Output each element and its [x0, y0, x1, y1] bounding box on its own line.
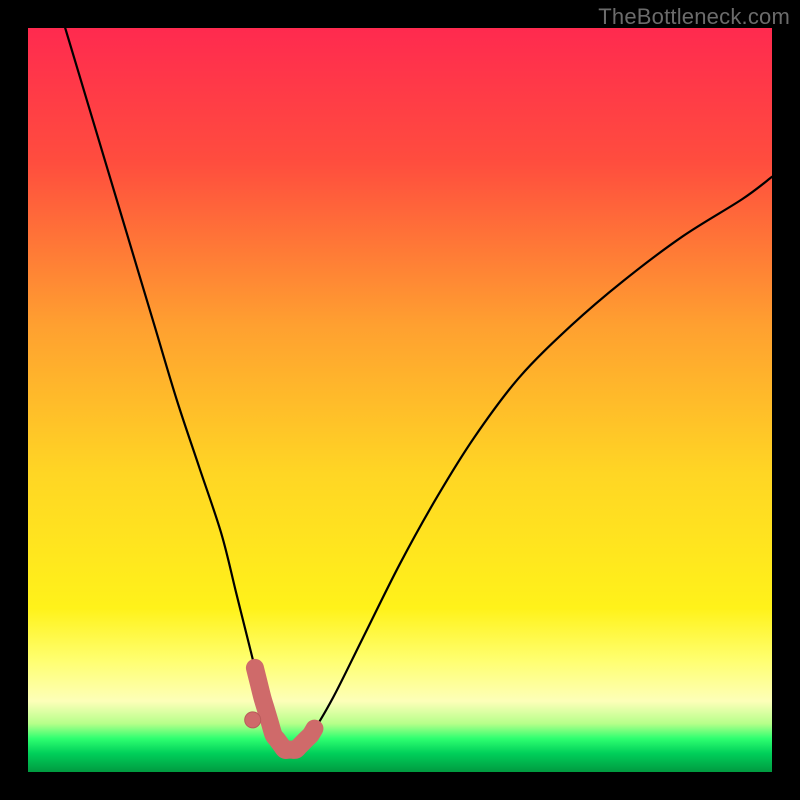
watermark-text: TheBottleneck.com [598, 4, 790, 30]
trough-dot-icon [245, 712, 261, 728]
bottleneck-chart [28, 28, 772, 772]
trough-highlight [255, 668, 315, 750]
chart-frame: TheBottleneck.com [0, 0, 800, 800]
bottleneck-curve [65, 28, 772, 752]
